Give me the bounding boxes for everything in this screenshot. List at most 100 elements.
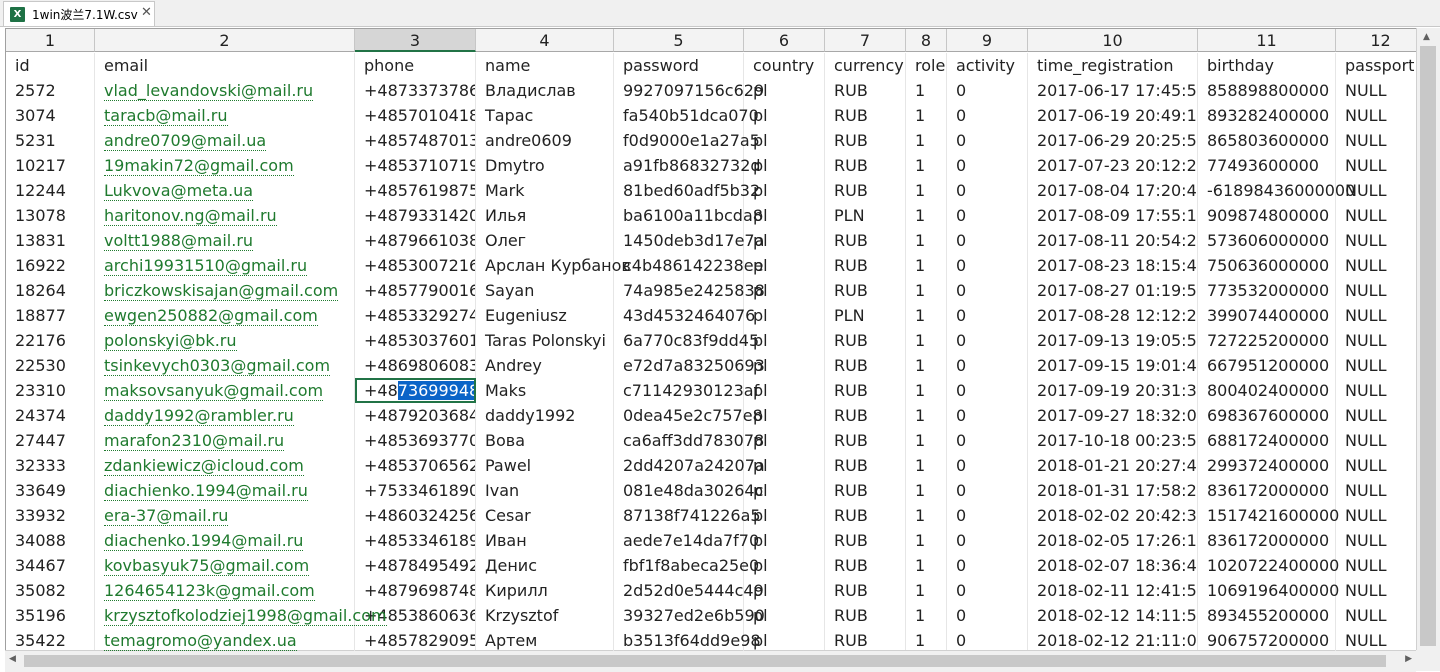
table-cell[interactable]: 2017-08-11 20:54:25 [1028,228,1198,253]
table-cell[interactable]: 0 [947,478,1028,503]
email-link[interactable]: zdankiewicz@icloud.com [104,456,304,476]
table-cell[interactable]: NULL [1336,203,1417,228]
table-cell[interactable]: Арслан Курбанов [476,253,631,278]
table-cell[interactable]: 865803600000 [1198,128,1336,153]
table-cell[interactable]: c71142930123af [614,378,759,403]
table-cell[interactable]: taracb@mail.ru [95,103,355,128]
table-cell[interactable]: +48784954926 [355,553,476,578]
table-cell[interactable]: Олег [476,228,614,253]
table-cell[interactable]: 2017-08-28 12:12:29 [1028,303,1198,328]
table-cell[interactable]: Eugeniusz [476,303,614,328]
table-cell[interactable]: 6a770c83f9dd45 [614,328,759,353]
table-cell[interactable]: 1517421600000 [1198,503,1339,528]
table-cell[interactable]: 0 [947,203,1028,228]
table-cell[interactable]: 0 [947,403,1028,428]
table-cell[interactable]: NULL [1336,428,1417,453]
table-cell[interactable]: 74a985e2425838 [614,278,765,303]
table-cell[interactable]: 727225200000 [1198,328,1336,353]
table-cell[interactable]: maksovsanyuk@gmail.com [95,378,355,403]
table-cell[interactable]: NULL [1336,278,1417,303]
table-cell[interactable]: NULL [1336,103,1417,128]
table-cell[interactable]: PLN [825,303,906,328]
table-cell[interactable]: Тарас [476,103,614,128]
table-cell[interactable]: diachienko.1994@mail.ru [95,478,355,503]
vertical-scroll-thumb[interactable] [1420,46,1436,646]
table-cell[interactable]: 3074 [6,103,95,128]
table-cell[interactable]: 2018-01-31 17:58:20 [1028,478,1198,503]
table-cell[interactable]: era-37@mail.ru [95,503,355,528]
table-cell[interactable]: NULL [1336,578,1417,603]
email-link[interactable]: diachienko.1994@mail.ru [104,481,308,501]
table-cell[interactable]: RUB [825,103,906,128]
table-cell[interactable]: 35422 [6,628,95,651]
column-number-7[interactable]: 7 [825,29,906,52]
table-cell[interactable]: 1 [906,228,947,253]
table-cell[interactable]: 13831 [6,228,95,253]
header-cell-country[interactable]: country [744,53,825,78]
table-cell[interactable]: briczkowskisajan@gmail.com [95,278,355,303]
table-cell[interactable]: marafon2310@mail.ru [95,428,355,453]
table-cell[interactable]: RUB [825,453,906,478]
column-number-6[interactable]: 6 [744,29,825,52]
header-cell-currency[interactable]: currency [825,53,906,78]
table-cell[interactable]: 2017-08-23 18:15:43 [1028,253,1198,278]
table-cell[interactable]: NULL [1336,403,1417,428]
table-cell[interactable]: 32333 [6,453,95,478]
table-cell[interactable]: 836172000000 [1198,478,1336,503]
table-cell[interactable]: 0 [947,128,1028,153]
table-cell[interactable]: diachenko.1994@mail.ru [95,528,355,553]
table-cell[interactable]: 1 [906,553,947,578]
table-cell[interactable]: 893282400000 [1198,103,1336,128]
table-cell[interactable]: 0 [947,78,1028,103]
table-cell[interactable]: 2017-09-15 19:01:42 [1028,353,1198,378]
table-cell[interactable]: 43d4532464076 [614,303,755,328]
table-cell[interactable]: 2017-09-19 20:31:37 [1028,378,1198,403]
table-cell[interactable]: 0 [947,328,1028,353]
header-cell-id[interactable]: id [6,53,95,78]
table-cell[interactable]: polonskyi@bk.ru [95,328,355,353]
email-link[interactable]: haritonov.ng@mail.ru [104,206,277,226]
horizontal-scrollbar[interactable]: ◀ ▶ [5,650,1416,672]
table-cell[interactable]: 1 [906,403,947,428]
close-tab-icon[interactable]: ✕ [141,5,152,20]
header-cell-phone[interactable]: phone [355,53,476,78]
column-number-3[interactable]: 3 [355,29,476,52]
table-cell[interactable]: 39327ed2e6b590 [614,603,765,628]
table-cell[interactable]: 2018-02-11 12:41:51 [1028,578,1198,603]
table-cell[interactable]: 33932 [6,503,95,528]
table-cell[interactable]: 698367600000 [1198,403,1336,428]
table-cell[interactable]: Sayan [476,278,614,303]
table-cell[interactable]: Ivan [476,478,614,503]
table-cell[interactable]: fbf1f8abeca25e0 [614,553,759,578]
table-cell[interactable]: 1 [906,278,947,303]
table-cell[interactable]: Cesar [476,503,614,528]
table-cell[interactable]: NULL [1336,353,1417,378]
table-cell[interactable]: 0 [947,503,1028,528]
table-cell[interactable]: 773532000000 [1198,278,1336,303]
table-cell[interactable]: 0 [947,378,1028,403]
table-cell[interactable]: 19makin72@gmail.com [95,153,355,178]
email-link[interactable]: krzysztofkolodziej1998@gmail.com [104,606,387,626]
table-cell[interactable]: Кирилл [476,578,614,603]
table-cell[interactable]: 1 [906,428,947,453]
table-cell[interactable]: 2017-08-09 17:55:11 [1028,203,1198,228]
table-cell[interactable]: RUB [825,628,906,651]
table-cell[interactable]: 0 [947,178,1028,203]
table-cell[interactable]: NULL [1336,503,1417,528]
email-link[interactable]: archi19931510@gmail.ru [104,256,308,276]
table-cell[interactable]: 1 [906,378,947,403]
table-cell[interactable]: pl [744,303,825,328]
email-link[interactable]: voltt1988@mail.ru [104,231,254,251]
table-cell[interactable]: f0d9000e1a27a5 [614,128,760,153]
column-number-12[interactable]: 12 [1336,29,1417,52]
table-cell[interactable]: NULL [1336,328,1417,353]
table-cell[interactable]: NULL [1336,303,1417,328]
column-number-1[interactable]: 1 [6,29,95,52]
email-link[interactable]: tsinkevych0303@gmail.com [104,356,331,376]
table-cell[interactable]: RUB [825,278,906,303]
column-number-2[interactable]: 2 [95,29,355,52]
table-cell[interactable]: 2018-01-21 20:27:41 [1028,453,1198,478]
table-cell[interactable]: 573606000000 [1198,228,1336,253]
email-link[interactable]: temagromo@yandex.ua [104,631,297,651]
table-cell[interactable]: +48574870132 [355,128,476,153]
